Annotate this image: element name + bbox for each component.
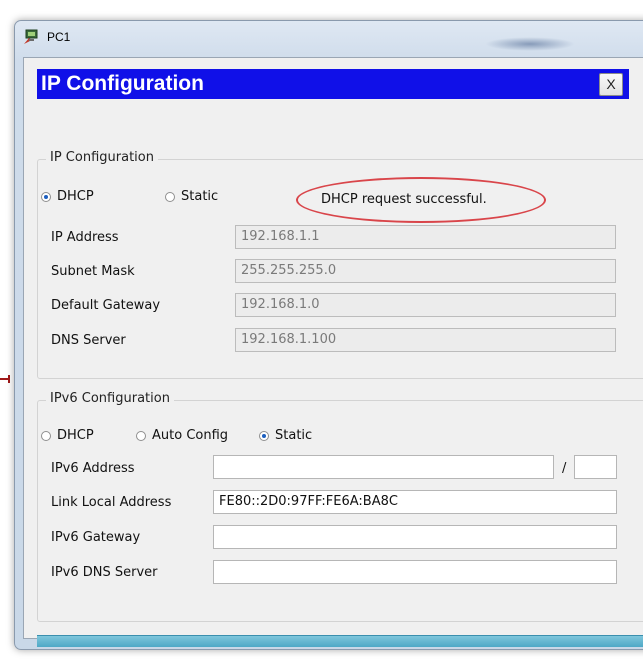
ip-address-field[interactable]: 192.168.1.1 — [235, 225, 616, 249]
link-local-address-label: Link Local Address — [51, 495, 172, 510]
dialog-client-area: IP Configuration X IP Configuration DHCP… — [23, 57, 643, 647]
dns-server-field[interactable]: 192.168.1.100 — [235, 328, 616, 352]
ipv6-static-label: Static — [275, 428, 313, 443]
ipv4-group-label: IP Configuration — [46, 150, 158, 165]
ipv4-static-radio[interactable]: Static — [165, 189, 218, 204]
bottom-status-bar — [37, 635, 643, 647]
ipv6-dhcp-radio-dot[interactable] — [41, 430, 51, 441]
ipv4-static-label: Static — [181, 189, 219, 204]
default-gateway-field[interactable]: 192.168.1.0 — [235, 293, 616, 317]
window-title: PC1 — [47, 30, 71, 44]
ipv6-auto-config-radio[interactable]: Auto Config — [136, 428, 228, 443]
ipv6-address-field[interactable] — [213, 455, 554, 479]
dialog-title: IP Configuration — [41, 72, 204, 95]
ipv4-dhcp-radio-dot[interactable] — [41, 191, 51, 202]
ipv6-auto-config-label: Auto Config — [152, 428, 229, 443]
ipv6-dns-server-label: IPv6 DNS Server — [51, 565, 158, 580]
subnet-mask-label: Subnet Mask — [51, 264, 135, 279]
pc1-window: PC1 IP Configuration X IP Configuration … — [14, 20, 643, 650]
default-gateway-label: Default Gateway — [51, 298, 161, 313]
ipv6-group-label: IPv6 Configuration — [46, 391, 174, 406]
ipv6-dns-server-field[interactable] — [213, 560, 617, 584]
link-local-address-field[interactable]: FE80::2D0:97FF:FE6A:BA8C — [213, 490, 617, 514]
titlebar-glow — [485, 37, 575, 51]
subnet-mask-field[interactable]: 255.255.255.0 — [235, 259, 616, 283]
ipv6-static-radio[interactable]: Static — [259, 428, 312, 443]
close-button[interactable]: X — [599, 73, 623, 96]
ipv6-gateway-label: IPv6 Gateway — [51, 530, 141, 545]
dhcp-status-message: DHCP request successful. — [321, 192, 487, 207]
prefix-separator: / — [562, 461, 567, 476]
ipv6-prefix-length-field[interactable] — [574, 455, 617, 479]
window-titlebar[interactable]: PC1 — [15, 21, 643, 51]
ip-address-label: IP Address — [51, 230, 119, 245]
ipv6-auto-config-radio-dot[interactable] — [136, 430, 146, 441]
ipv6-dhcp-label: DHCP — [57, 428, 94, 443]
ipv4-dhcp-label: DHCP — [57, 189, 94, 204]
ipv4-static-radio-dot[interactable] — [165, 191, 175, 202]
ipv6-static-radio-dot[interactable] — [259, 430, 269, 441]
left-edge-marker — [0, 372, 12, 383]
ipv4-dhcp-radio[interactable]: DHCP — [41, 189, 94, 204]
dns-server-label: DNS Server — [51, 333, 126, 348]
ipv6-address-label: IPv6 Address — [51, 461, 135, 476]
pc-icon — [23, 29, 39, 45]
ipv6-gateway-field[interactable] — [213, 525, 617, 549]
dialog-header: IP Configuration X — [37, 69, 629, 99]
ipv6-dhcp-radio[interactable]: DHCP — [41, 428, 94, 443]
